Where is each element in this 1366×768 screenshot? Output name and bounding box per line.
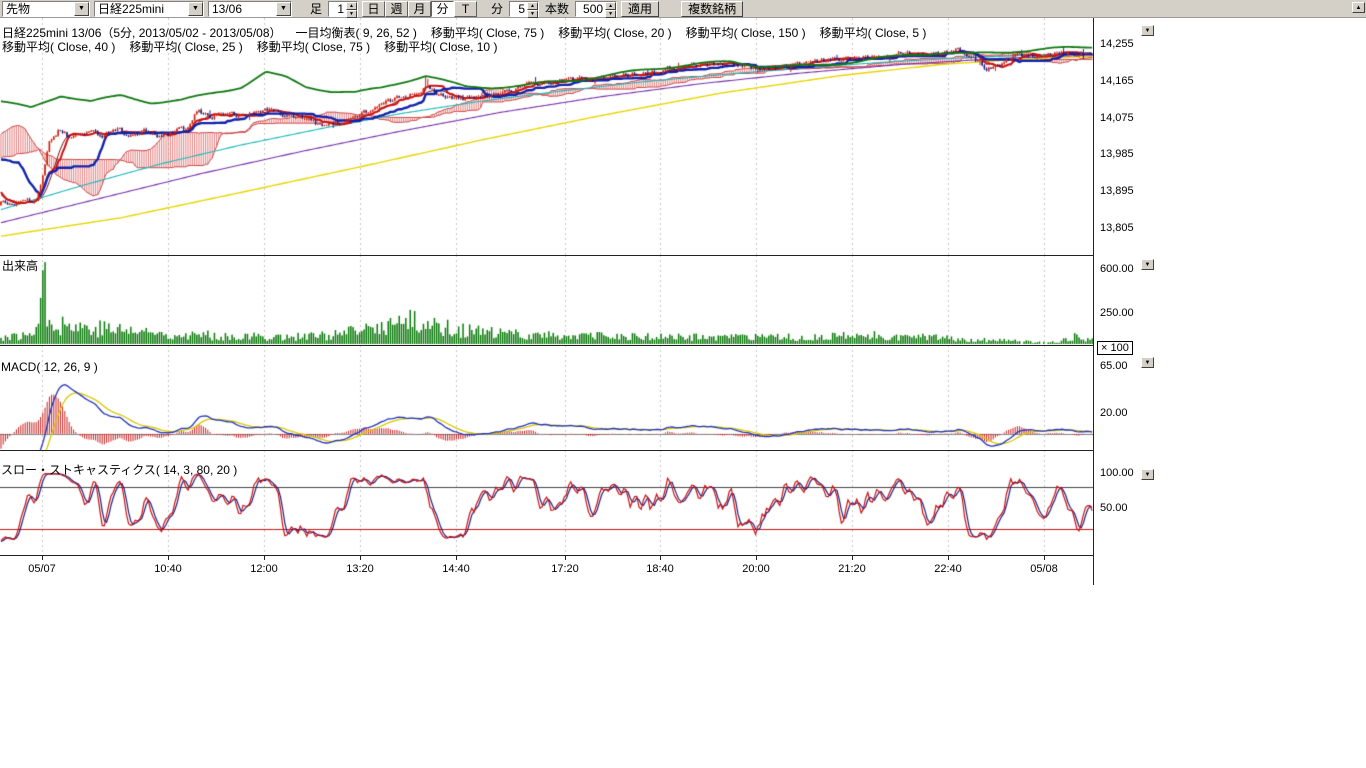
spin-up-icon[interactable]: ▲ xyxy=(527,2,538,10)
price-chart-canvas[interactable] xyxy=(0,18,1094,255)
macd-axis-label: 20.00 xyxy=(1100,407,1128,419)
spinner-arrows: ▲ ▼ xyxy=(527,2,538,16)
pane-separator xyxy=(0,345,1094,346)
period-toggle-group: 日 週 月 分 T xyxy=(362,1,477,17)
x-axis-label: 05/08 xyxy=(1030,563,1058,575)
x-axis-tick xyxy=(456,556,457,560)
volume-axis-label: 600.00 xyxy=(1100,263,1134,275)
volume-pane-scale-button[interactable]: ▼ xyxy=(1141,259,1154,270)
period-day-button[interactable]: 日 xyxy=(362,1,385,17)
price-axis-label: 14,255 xyxy=(1100,38,1134,50)
minute-label: 分 xyxy=(489,0,505,17)
x-axis-label: 14:40 xyxy=(442,563,470,575)
bar-count-label: 本数 xyxy=(543,0,571,17)
contract-month-select[interactable]: 13/06 ▼ xyxy=(208,1,292,17)
price-axis-label: 14,165 xyxy=(1100,75,1134,87)
spin-down-icon[interactable]: ▼ xyxy=(346,10,357,18)
x-axis-tick xyxy=(42,556,43,560)
x-axis-tick xyxy=(660,556,661,560)
spinner-arrows: ▲ ▼ xyxy=(605,2,616,16)
symbol-select[interactable]: 日経225mini ▼ xyxy=(94,1,204,17)
x-axis-tick xyxy=(852,556,853,560)
x-axis-line xyxy=(0,555,1094,556)
minute-value: 5 xyxy=(510,2,527,16)
price-axis-label: 13,985 xyxy=(1100,148,1134,160)
chevron-down-icon[interactable]: ▼ xyxy=(74,2,89,16)
spin-down-icon[interactable]: ▼ xyxy=(527,10,538,18)
spin-up-icon[interactable]: ▲ xyxy=(346,2,357,10)
bar-count-spinner[interactable]: 500 ▲ ▼ xyxy=(575,1,617,17)
scroll-up-button[interactable]: ▲ xyxy=(1352,2,1365,13)
x-axis-label: 13:20 xyxy=(346,563,374,575)
spinner-arrows: ▲ ▼ xyxy=(346,2,357,16)
chart-right-border xyxy=(1093,18,1094,585)
bar-count-value: 500 xyxy=(576,2,605,16)
macd-axis-label: 65.00 xyxy=(1100,360,1128,372)
x-axis-tick xyxy=(360,556,361,560)
volume-pane-label: 出来高 xyxy=(2,257,38,274)
toolbar: 先物 ▼ 日経225mini ▼ 13/06 ▼ 足 1 ▲ ▼ 日 週 月 分… xyxy=(0,0,1366,18)
period-month-button[interactable]: 月 xyxy=(408,1,431,17)
bar-interval-value: 1 xyxy=(329,2,346,16)
x-axis-label: 17:20 xyxy=(551,563,579,575)
x-axis-tick xyxy=(1044,556,1045,560)
instrument-category-value: 先物 xyxy=(3,0,74,17)
x-axis-tick xyxy=(948,556,949,560)
stoch-pane-label: スロー・ストキャスティクス( 14, 3, 80, 20 ) xyxy=(1,461,237,478)
stoch-pane-scale-button[interactable]: ▼ xyxy=(1141,469,1154,480)
apply-button[interactable]: 適用 xyxy=(621,1,659,17)
instrument-category-select[interactable]: 先物 ▼ xyxy=(2,1,90,17)
minute-value-spinner[interactable]: 5 ▲ ▼ xyxy=(509,1,539,17)
volume-chart-canvas[interactable] xyxy=(0,255,1094,345)
volume-multiplier-label: × 100 xyxy=(1097,341,1133,355)
spin-up-icon[interactable]: ▲ xyxy=(605,2,616,10)
period-minute-button[interactable]: 分 xyxy=(431,1,454,17)
volume-axis-label: 250.00 xyxy=(1100,307,1134,319)
contract-month-value: 13/06 xyxy=(209,2,276,16)
price-axis-label: 14,075 xyxy=(1100,112,1134,124)
macd-chart-canvas[interactable] xyxy=(0,345,1094,450)
pane-separator xyxy=(0,450,1094,451)
x-axis-label: 21:20 xyxy=(838,563,866,575)
x-axis-label: 05/07 xyxy=(28,563,56,575)
price-axis-label: 13,895 xyxy=(1100,185,1134,197)
x-axis-tick xyxy=(756,556,757,560)
pane-separator xyxy=(0,255,1094,256)
stoch-axis-label: 50.00 xyxy=(1100,502,1128,514)
stoch-axis-label: 100.00 xyxy=(1100,467,1134,479)
spin-down-icon[interactable]: ▼ xyxy=(605,10,616,18)
macd-pane-scale-button[interactable]: ▼ xyxy=(1141,357,1154,368)
bar-interval-spinner[interactable]: 1 ▲ ▼ xyxy=(328,1,358,17)
chevron-down-icon[interactable]: ▼ xyxy=(188,2,203,16)
chevron-down-icon[interactable]: ▼ xyxy=(276,2,291,16)
x-axis-tick xyxy=(168,556,169,560)
period-tick-button[interactable]: T xyxy=(454,1,477,17)
price-axis-label: 13,805 xyxy=(1100,222,1134,234)
multi-symbol-button[interactable]: 複数銘柄 xyxy=(681,1,743,17)
bar-type-label: 足 xyxy=(308,0,324,17)
x-axis-label: 20:00 xyxy=(742,563,770,575)
x-axis-tick xyxy=(565,556,566,560)
symbol-value: 日経225mini xyxy=(95,0,188,17)
period-week-button[interactable]: 週 xyxy=(385,1,408,17)
x-axis-label: 18:40 xyxy=(646,563,674,575)
macd-pane-label: MACD( 12, 26, 9 ) xyxy=(1,360,98,374)
x-axis-label: 10:40 xyxy=(154,563,182,575)
price-pane-scale-button[interactable]: ▼ xyxy=(1141,25,1154,36)
x-axis-label: 22:40 xyxy=(934,563,962,575)
trading-app-window: 先物 ▼ 日経225mini ▼ 13/06 ▼ 足 1 ▲ ▼ 日 週 月 分… xyxy=(0,0,1366,768)
x-axis-tick xyxy=(264,556,265,560)
x-axis-label: 12:00 xyxy=(250,563,278,575)
